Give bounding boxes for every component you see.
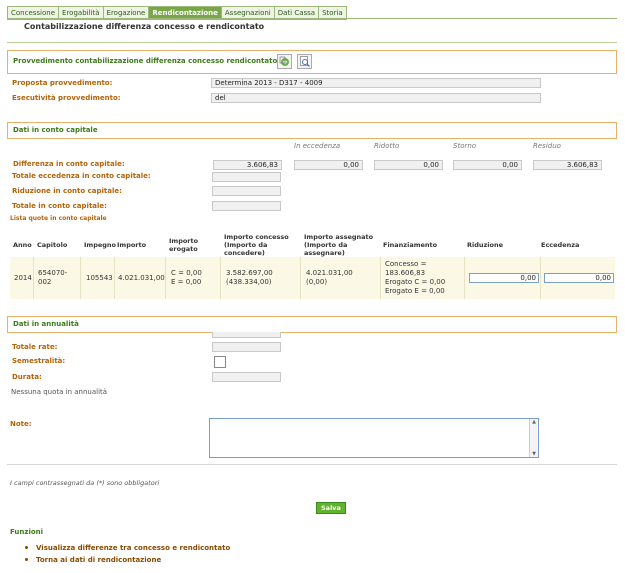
- durata-label: Durata:: [12, 373, 42, 381]
- totale-eccedenza-field: [212, 172, 281, 182]
- in-eccedenza-value: 0,00: [294, 160, 363, 170]
- search-provvedimento-icon[interactable]: [297, 54, 312, 69]
- th-impegno: Impegno: [84, 241, 116, 249]
- durata-field: [212, 372, 281, 382]
- col-ridotto: Ridotto: [374, 142, 400, 150]
- annualita-section-title: Dati in annualità: [13, 320, 79, 328]
- cell-importo: 4.021.031,00: [118, 274, 165, 282]
- link-visualizza-differenze[interactable]: Visualizza differenze tra concesso e ren…: [36, 544, 230, 552]
- proposta-provvedimento-label: Proposta provvedimento:: [12, 79, 113, 87]
- eccedenza-input[interactable]: 0,00: [544, 273, 614, 283]
- bullet-icon: [25, 546, 28, 549]
- nessuna-quota-text: Nessuna quota in annualità: [11, 388, 108, 396]
- differenza-value: 3.606,83: [213, 160, 282, 170]
- storno-value: 0,00: [453, 160, 522, 170]
- note-scrollbar[interactable]: ▲ ▼: [529, 419, 538, 457]
- cell-anno: 2014: [14, 274, 32, 282]
- provvedimento-section-title: Provvedimento contabilizzazione differen…: [13, 57, 290, 65]
- esecutivita-provvedimento-label: Esecutività provvedimento:: [12, 94, 121, 102]
- partial-field: [212, 332, 281, 338]
- differenza-conto-capitale-label: Differenza in conto capitale:: [13, 160, 125, 168]
- note-label: Note:: [10, 420, 32, 428]
- th-importo-assegnato: Importo assegnato (Importo da assegnare): [304, 233, 374, 257]
- col-storno: Storno: [453, 142, 477, 150]
- semestralita-label: Semestralità:: [12, 357, 66, 365]
- th-eccedenza: Eccedenza: [541, 241, 580, 249]
- cell-importo-concesso: 3.582.697,00 (438.334,00): [226, 269, 273, 286]
- link-torna-rendicontazione[interactable]: Torna ai dati di rendicontazione: [36, 556, 161, 564]
- lista-quote-label: Lista quote in conto capitale: [10, 215, 107, 222]
- note-textarea[interactable]: ▲ ▼: [209, 418, 539, 458]
- riduzione-conto-capitale-field: [212, 186, 281, 196]
- tab-bar: Concessione Erogabilità Erogazione Rendi…: [7, 6, 347, 20]
- totale-rate-label: Totale rate:: [12, 343, 58, 351]
- page-title: Contabilizzazione differenza concesso e …: [24, 22, 265, 31]
- col-in-eccedenza: In eccedenza: [294, 142, 341, 150]
- cell-capitolo: 654070- 002: [38, 269, 68, 286]
- esecutivita-provvedimento-field: del: [211, 93, 541, 103]
- th-importo-erogato: Importo erogato: [169, 237, 199, 253]
- conto-capitale-section-title: Dati in conto capitale: [13, 126, 98, 134]
- campi-obbligatori-note: I campi contrassegnati da (*) sono obbli…: [10, 479, 160, 487]
- funzioni-title: Funzioni: [10, 528, 44, 536]
- totale-conto-capitale-label: Totale in conto capitale:: [12, 202, 107, 210]
- residuo-value: 3.606,83: [533, 160, 602, 170]
- divider: [7, 42, 617, 43]
- ridotto-value: 0,00: [374, 160, 443, 170]
- proposta-provvedimento-field: Determina 2013 - D317 - 4009: [211, 78, 541, 88]
- th-capitolo: Capitolo: [37, 241, 68, 249]
- th-finanziamento: Finanziamento: [383, 241, 438, 249]
- cell-importo-assegnato: 4.021.031,00 (0,00): [306, 269, 353, 286]
- select-provvedimento-icon[interactable]: [277, 54, 292, 69]
- annualita-section: [7, 316, 617, 333]
- col-residuo: Residuo: [533, 142, 561, 150]
- totale-conto-capitale-field: [212, 201, 281, 211]
- bullet-icon: [25, 558, 28, 561]
- cell-impegno: 105543: [86, 274, 113, 282]
- totale-eccedenza-label: Totale eccedenza in conto capitale:: [12, 172, 151, 180]
- th-anno: Anno: [13, 241, 32, 249]
- semestralita-checkbox[interactable]: [214, 356, 226, 368]
- salva-button[interactable]: Salva: [316, 502, 346, 514]
- cell-finanziamento: Concesso = 183.606,83 Erogato C = 0,00 Erog…: [385, 260, 446, 295]
- cell-importo-erogato: C = 0,00 E = 0,00: [171, 269, 202, 286]
- conto-capitale-section: [7, 122, 617, 139]
- th-importo: Importo: [117, 241, 147, 249]
- th-riduzione: Riduzione: [467, 241, 504, 249]
- th-importo-concesso: Importo concesso (Importo da concedere): [224, 233, 289, 257]
- riduzione-conto-capitale-label: Riduzione in conto capitale:: [12, 187, 122, 195]
- totale-rate-field: [212, 342, 281, 352]
- riduzione-input[interactable]: 0,00: [469, 273, 539, 283]
- divider-bottom: [7, 464, 617, 465]
- tab-underline: [7, 18, 617, 19]
